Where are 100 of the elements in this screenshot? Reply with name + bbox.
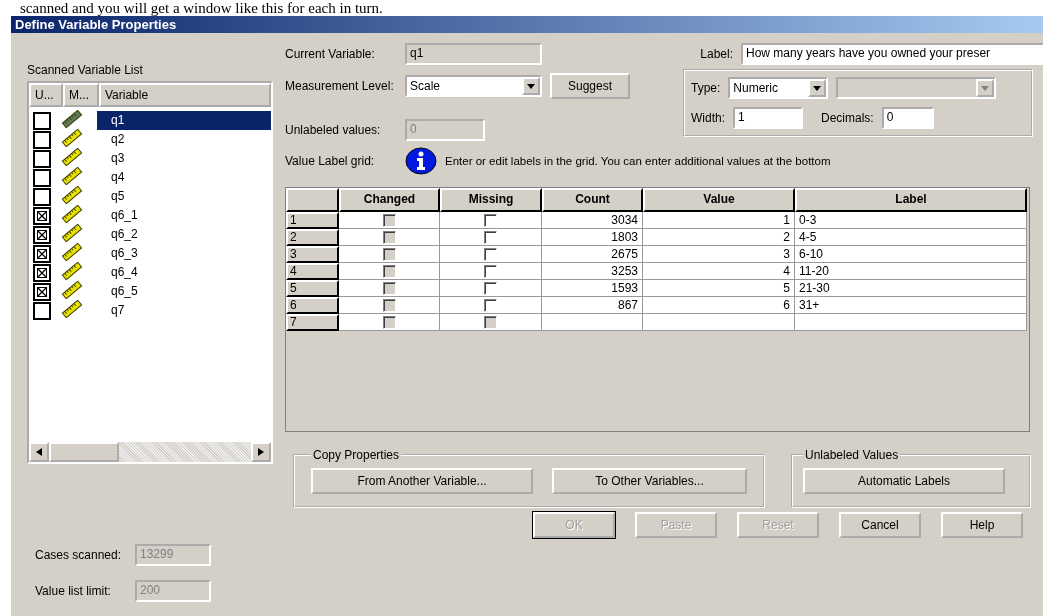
value-cell: 1: [643, 212, 795, 229]
variable-item[interactable]: q6_4: [97, 263, 271, 282]
column-header[interactable]: Value: [643, 188, 795, 212]
row-header[interactable]: 7: [286, 314, 339, 331]
label-field[interactable]: How many years have you owned your preser: [741, 43, 1043, 65]
copy-button[interactable]: To Other Variables...: [552, 468, 747, 494]
missing-checkbox[interactable]: [484, 230, 497, 244]
field-label: Measurement Level:: [285, 79, 395, 93]
field-label: Cases scanned:: [35, 548, 123, 562]
cross-icon: [37, 210, 47, 221]
dropdown-arrow-icon: [981, 85, 990, 91]
cross-icon: [37, 286, 47, 297]
cross-icon: [37, 267, 47, 278]
copy-button[interactable]: From Another Variable...: [311, 468, 533, 494]
checkbox[interactable]: [33, 244, 51, 263]
row-header[interactable]: 1: [286, 212, 339, 229]
group-title: Copy Properties: [312, 448, 401, 462]
dialog-button[interactable]: Help: [941, 512, 1023, 538]
field-label: Unlabeled values:: [285, 123, 382, 137]
missing-checkbox[interactable]: [484, 247, 497, 261]
limit-field: 200: [135, 580, 211, 602]
cross-icon: [37, 248, 47, 259]
field-label: Current Variable:: [285, 47, 376, 61]
current-variable-field: q1: [405, 43, 542, 65]
row-header[interactable]: 4: [286, 263, 339, 280]
label-cell: 6-10: [795, 246, 1027, 263]
right-arrow-icon: [258, 448, 264, 456]
variable-item[interactable]: q6_3: [97, 244, 271, 263]
checkbox[interactable]: [33, 130, 51, 149]
value-cell: 5: [643, 280, 795, 297]
variable-item[interactable]: q1: [97, 111, 271, 130]
caption-text: scanned and you will get a window like this for each in turn.: [19, 0, 384, 16]
checkbox[interactable]: [33, 187, 51, 206]
width-field[interactable]: 1: [733, 107, 803, 129]
info-icon: [405, 147, 437, 175]
label-cell: 0-3: [795, 212, 1027, 229]
value-cell: 2: [643, 229, 795, 246]
row-header[interactable]: 6: [286, 297, 339, 314]
missing-checkbox[interactable]: [484, 264, 497, 278]
count-cell: 867: [542, 297, 643, 314]
column-header[interactable]: Count: [542, 188, 643, 212]
label-cell: 4-5: [795, 229, 1027, 246]
dropdown-arrow-icon: [813, 85, 822, 91]
variable-item[interactable]: q6_1: [97, 206, 271, 225]
count-cell: 3253: [542, 263, 643, 280]
field-label: Type:: [691, 81, 721, 95]
row-header[interactable]: 2: [286, 229, 339, 246]
value-cell: 6: [643, 297, 795, 314]
row-header[interactable]: 3: [286, 246, 339, 263]
count-cell: 1803: [542, 229, 643, 246]
column-header[interactable]: U...: [29, 83, 63, 107]
checkbox[interactable]: [33, 206, 51, 225]
field-label: Decimals:: [821, 111, 874, 125]
missing-checkbox[interactable]: [484, 298, 497, 312]
corner-header: [286, 188, 339, 212]
decimals-field[interactable]: 0: [881, 107, 934, 129]
unlabeled-field: 0: [405, 119, 485, 141]
horizontal-scrollbar[interactable]: [29, 442, 271, 462]
row-header[interactable]: 5: [286, 280, 339, 297]
variable-item[interactable]: q6_2: [97, 225, 271, 244]
window-title: Define Variable Properties: [11, 16, 1043, 33]
variable-item[interactable]: q2: [97, 130, 271, 149]
checkbox[interactable]: [33, 282, 51, 301]
missing-checkbox[interactable]: [484, 281, 497, 295]
count-cell: 3034: [542, 212, 643, 229]
label-cell: 21-30: [795, 280, 1027, 297]
label-cell: 31+: [795, 297, 1027, 314]
measurement-dropdown[interactable]: Scale: [405, 75, 542, 97]
suggest-button[interactable]: Suggest: [550, 73, 630, 99]
checkbox[interactable]: [33, 111, 51, 130]
value-cell: 4: [643, 263, 795, 280]
dialog-button[interactable]: Cancel: [839, 512, 921, 538]
variable-item[interactable]: q3: [97, 149, 271, 168]
value-cell: 3: [643, 246, 795, 263]
checkbox[interactable]: [33, 263, 51, 282]
variable-item[interactable]: q5: [97, 187, 271, 206]
hint-text: Enter or edit labels in the grid. You can enter additional values at the bottom: [445, 155, 831, 167]
variable-item[interactable]: q6_5: [97, 282, 271, 301]
field-label: Width:: [691, 111, 725, 125]
cross-icon: [37, 229, 47, 240]
field-label: Value list limit:: [35, 584, 112, 598]
column-header[interactable]: Missing: [440, 188, 542, 212]
automatic-labels-button[interactable]: Automatic Labels: [803, 468, 1005, 494]
column-header[interactable]: Changed: [339, 188, 440, 212]
column-header[interactable]: Label: [795, 188, 1027, 212]
variable-item[interactable]: q7: [97, 301, 271, 320]
checkbox[interactable]: [33, 225, 51, 244]
checkbox[interactable]: [33, 301, 51, 320]
count-cell: 2675: [542, 246, 643, 263]
type-dropdown[interactable]: Numeric: [728, 77, 829, 99]
cases-field: 13299: [135, 544, 211, 566]
missing-checkbox[interactable]: [484, 213, 497, 227]
count-cell: 1593: [542, 280, 643, 297]
checkbox[interactable]: [33, 168, 51, 187]
variable-item[interactable]: q4: [97, 168, 271, 187]
field-label: Label:: [699, 47, 733, 61]
group-title: Unlabeled Values: [804, 448, 900, 462]
checkbox[interactable]: [33, 149, 51, 168]
column-header[interactable]: M...: [63, 83, 99, 107]
column-header[interactable]: Variable: [99, 83, 271, 107]
